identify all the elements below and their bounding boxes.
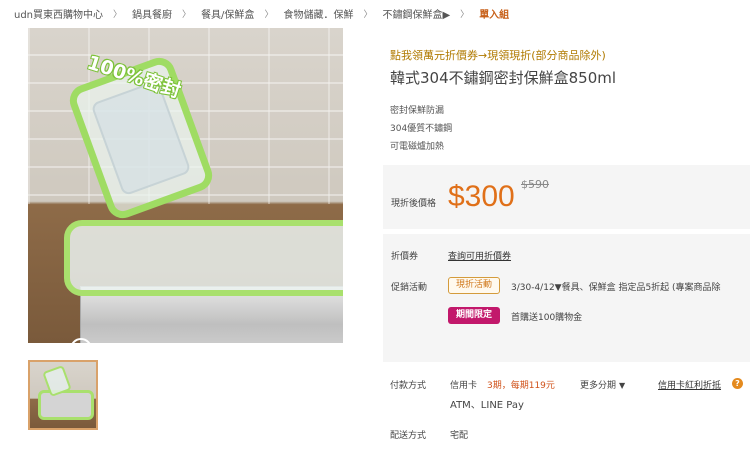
feature-item: 密封保鮮防漏: [390, 106, 445, 116]
breadcrumb-item-food-storage[interactable]: 食物儲藏．保鮮: [283, 6, 353, 21]
price-box: 現折後價格 $300 $590: [383, 165, 750, 229]
chevron-right-icon: 〉: [363, 9, 373, 20]
installment-text: 3期，每期119元: [487, 381, 555, 391]
more-installments-label: 更多分期: [580, 381, 617, 391]
chevron-right-icon: 〉: [182, 9, 192, 20]
promotion-label: 促銷活動: [391, 283, 428, 293]
breadcrumb-current: 單入組: [479, 9, 510, 21]
original-price: $590: [521, 178, 549, 191]
promotion-box: 折價券 查詢可用折價券 促銷活動 現折活動 3/30-4/12▼餐具、保鮮盒 指…: [383, 234, 750, 362]
breadcrumb-item-home[interactable]: udn買東西購物中心: [14, 6, 103, 21]
coupon-label: 折價券: [391, 252, 419, 262]
query-coupon-link[interactable]: 查詢可用折價券: [448, 249, 511, 262]
limited-time-description: 首購送100購物金: [511, 313, 583, 323]
payment-label: 付款方式: [390, 381, 427, 391]
thumbnail-box-image: [38, 390, 94, 420]
breadcrumb: udn買東西購物中心 〉 鍋具餐廚 〉 餐具/保鮮盒 〉 食物儲藏．保鮮 〉 不…: [14, 6, 510, 21]
chevron-right-icon: 〉: [264, 9, 274, 20]
credit-card-bonus-link[interactable]: 信用卡紅利折抵: [658, 378, 721, 391]
shipping-value: 宅配: [450, 431, 469, 441]
payment-other-methods: ATM、LINE Pay: [450, 400, 524, 411]
chevron-right-icon: 〉: [460, 9, 470, 20]
limited-time-badge: 期間限定: [448, 307, 501, 324]
current-price: $300: [448, 180, 515, 213]
discount-activity-badge[interactable]: 現折活動: [448, 277, 501, 294]
more-installments-dropdown[interactable]: 更多分期 ▼: [580, 378, 625, 391]
price-label: 現折後價格: [391, 199, 437, 209]
payment-credit-card: 信用卡: [450, 381, 478, 391]
feature-list: 密封保鮮防漏 304優質不鏽鋼 可電磁爐加熱: [390, 102, 452, 156]
feature-item: 可電磁爐加熱: [390, 142, 445, 152]
chevron-right-icon: 〉: [113, 9, 123, 20]
coupon-promo-link[interactable]: 點我領萬元折價券→現領現折(部分商品除外): [390, 47, 606, 63]
product-title: 韓式304不鏽鋼密封保鮮盒850ml: [390, 69, 617, 87]
product-thumbnail[interactable]: [28, 360, 98, 430]
shipping-label: 配送方式: [390, 431, 427, 441]
container-box-lid-image: [64, 220, 343, 296]
product-main-image[interactable]: 100%密封 +: [28, 28, 343, 343]
breadcrumb-item-stainless-box[interactable]: 不鏽鋼保鮮盒▶: [382, 6, 450, 21]
feature-item: 304優質不鏽鋼: [390, 124, 453, 134]
breadcrumb-item-tableware[interactable]: 餐具/保鮮盒: [201, 6, 254, 21]
promotion-description: 3/30-4/12▼餐具、保鮮盒 指定品5折起 (專案商品除: [511, 283, 721, 293]
breadcrumb-item-kitchen[interactable]: 鍋具餐廚: [132, 6, 172, 21]
help-icon[interactable]: ?: [732, 378, 743, 389]
chevron-down-icon: ▼: [619, 381, 626, 390]
